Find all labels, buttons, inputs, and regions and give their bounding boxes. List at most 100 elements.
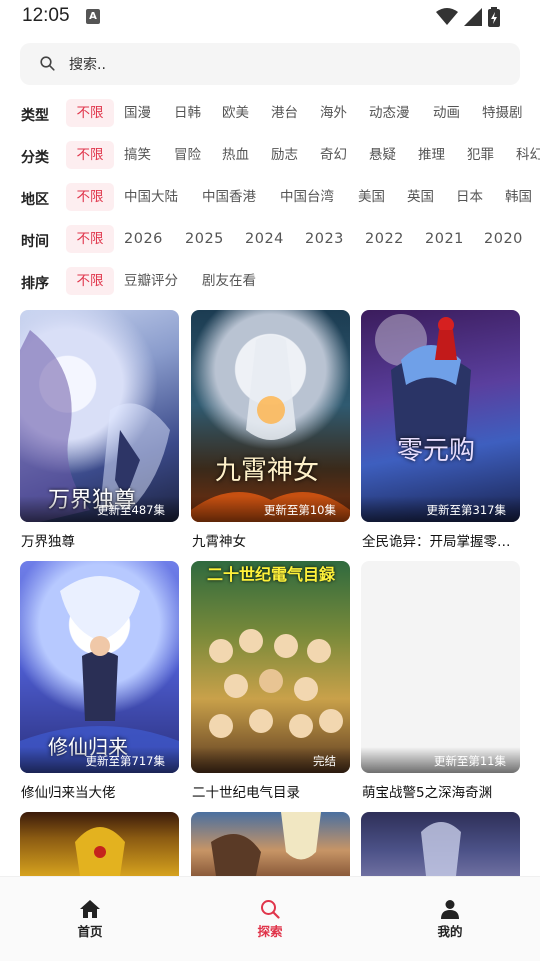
filter-row-category: 分类 不限 搞笑 冒险 热血 励志 奇幻 悬疑 推理 犯罪 科幻 <box>0 141 540 171</box>
chip-suspense[interactable]: 悬疑 <box>369 141 396 169</box>
filter-label: 排序 <box>21 276 49 292</box>
chip-year-2022[interactable]: 2022 <box>365 225 404 253</box>
home-icon <box>80 900 100 918</box>
status-time: 12:05 <box>22 5 70 26</box>
filter-row-year: 时间 不限 2026 2025 2024 2023 2022 2021 2020 <box>0 225 540 255</box>
chip-hongkong[interactable]: 中国香港 <box>202 183 256 211</box>
nav-mine[interactable]: 我的 <box>420 899 480 940</box>
card-title[interactable]: 万界独尊 <box>21 530 179 550</box>
chip-unlimited[interactable]: 不限 <box>66 183 114 211</box>
chip-haiwai[interactable]: 海外 <box>320 99 347 127</box>
chip-korea[interactable]: 韩国 <box>505 183 532 211</box>
filter-row-type: 类型 不限 国漫 日韩 欧美 港台 海外 动态漫 动画 特摄剧 <box>0 99 540 129</box>
chip-hotblood[interactable]: 热血 <box>222 141 249 169</box>
search-icon <box>40 56 55 71</box>
chip-dongtaiman[interactable]: 动态漫 <box>369 99 410 127</box>
card-title[interactable]: 九霄神女 <box>192 530 350 550</box>
chip-gangtai[interactable]: 港台 <box>271 99 298 127</box>
badge-bg: 更新至487集 <box>20 496 179 522</box>
chip-uk[interactable]: 英国 <box>407 183 434 211</box>
card-title[interactable]: 二十世纪电气目录 <box>192 781 350 801</box>
chip-year-2023[interactable]: 2023 <box>305 225 344 253</box>
chip-crime[interactable]: 犯罪 <box>467 141 494 169</box>
chip-year-2024[interactable]: 2024 <box>245 225 284 253</box>
chip-year-2021[interactable]: 2021 <box>425 225 464 253</box>
filter-label: 地区 <box>21 192 49 208</box>
nav-home[interactable]: 首页 <box>60 899 120 940</box>
poster-title-art: 九霄神女 <box>215 456 320 486</box>
chip-unlimited[interactable]: 不限 <box>66 99 114 127</box>
poster-art <box>209 629 343 738</box>
chip-japan[interactable]: 日本 <box>456 183 483 211</box>
chip-mainland[interactable]: 中国大陆 <box>124 183 178 211</box>
signal-icon <box>464 8 482 26</box>
poster-image[interactable]: 修仙归来 更新至第717集 <box>20 561 179 773</box>
poster-image[interactable]: 更新至第11集 <box>361 561 520 773</box>
poster-art <box>375 314 471 450</box>
chip-douban-score[interactable]: 豆瓣评分 <box>124 267 178 295</box>
chip-reasoning[interactable]: 推理 <box>418 141 445 169</box>
chip-unlimited[interactable]: 不限 <box>66 141 114 169</box>
filter-label: 时间 <box>21 234 49 250</box>
chip-oumei[interactable]: 欧美 <box>222 99 249 127</box>
card-title[interactable]: 修仙归来当大佬 <box>21 781 179 801</box>
chip-year-2020[interactable]: 2020 <box>484 225 523 253</box>
card-title[interactable]: 全民诡异：开局掌握零元购 <box>362 530 520 550</box>
badge-bg: 完结 <box>191 747 350 773</box>
nav-search-label: 探索 <box>257 924 283 939</box>
chip-unlimited[interactable]: 不限 <box>66 225 114 253</box>
poster-art <box>211 812 321 876</box>
poster-art <box>75 827 125 876</box>
poster-image[interactable]: 万界独尊 更新至487集 <box>20 310 179 522</box>
nav-home-label: 首页 <box>77 924 103 939</box>
chip-unlimited[interactable]: 不限 <box>66 267 114 295</box>
nav-mine-label: 我的 <box>437 924 463 939</box>
badge-bg: 更新至第317集 <box>361 496 520 522</box>
poster-art <box>191 335 350 522</box>
episode-badge: 更新至第11集 <box>433 754 506 768</box>
status-bar: 12:05 A <box>0 0 540 34</box>
bottom-nav: 首页 探索 我的 <box>0 876 540 961</box>
poster-art <box>421 822 461 876</box>
chip-taiwan[interactable]: 中国台湾 <box>280 183 334 211</box>
chip-fantasy[interactable]: 奇幻 <box>320 141 347 169</box>
search-input[interactable]: 搜索.. <box>20 43 520 85</box>
poster-image[interactable]: 二十世纪電气目録 完结 <box>191 561 350 773</box>
chip-teshe[interactable]: 特摄剧 <box>482 99 523 127</box>
chip-rihan[interactable]: 日韩 <box>174 99 201 127</box>
chip-comedy[interactable]: 搞笑 <box>124 141 151 169</box>
poster-title-art: 二十世纪電气目録 <box>207 565 336 584</box>
chip-adventure[interactable]: 冒险 <box>174 141 201 169</box>
status-icons <box>436 7 500 27</box>
poster-image[interactable] <box>191 812 350 876</box>
poster-image[interactable] <box>361 812 520 876</box>
battery-icon <box>488 7 500 27</box>
poster-image[interactable]: 九霄神女 更新至第10集 <box>191 310 350 522</box>
filter-label: 分类 <box>21 150 49 166</box>
person-icon <box>441 900 459 919</box>
search-placeholder: 搜索.. <box>69 57 106 73</box>
card-title[interactable]: 萌宝战警5之深海奇渊 <box>362 781 520 801</box>
poster-image[interactable]: 零元购 更新至第317集 <box>361 310 520 522</box>
filter-row-sort: 排序 不限 豆瓣评分 剧友在看 <box>0 267 540 297</box>
nav-search[interactable]: 探索 <box>240 899 300 940</box>
chip-inspire[interactable]: 励志 <box>271 141 298 169</box>
badge-bg: 更新至第717集 <box>20 747 179 773</box>
poster-image[interactable] <box>20 812 179 876</box>
episode-badge: 完结 <box>313 754 336 768</box>
chip-donghua[interactable]: 动画 <box>433 99 460 127</box>
filter-label: 类型 <box>21 108 49 124</box>
badge-bg: 更新至第11集 <box>361 747 520 773</box>
filter-row-region: 地区 不限 中国大陆 中国香港 中国台湾 美国 英国 日本 韩国 <box>0 183 540 213</box>
search-icon <box>261 900 280 919</box>
chip-usa[interactable]: 美国 <box>358 183 385 211</box>
poster-title-art: 零元购 <box>397 436 476 466</box>
chip-guoman[interactable]: 国漫 <box>124 99 151 127</box>
chip-scifi[interactable]: 科幻 <box>516 141 540 169</box>
chip-watching[interactable]: 剧友在看 <box>202 267 256 295</box>
episode-badge: 更新至第317集 <box>426 503 506 517</box>
badge-bg: 更新至第10集 <box>191 496 350 522</box>
chip-year-2026[interactable]: 2026 <box>124 225 163 253</box>
episode-badge: 更新至第717集 <box>85 754 165 768</box>
chip-year-2025[interactable]: 2025 <box>185 225 224 253</box>
